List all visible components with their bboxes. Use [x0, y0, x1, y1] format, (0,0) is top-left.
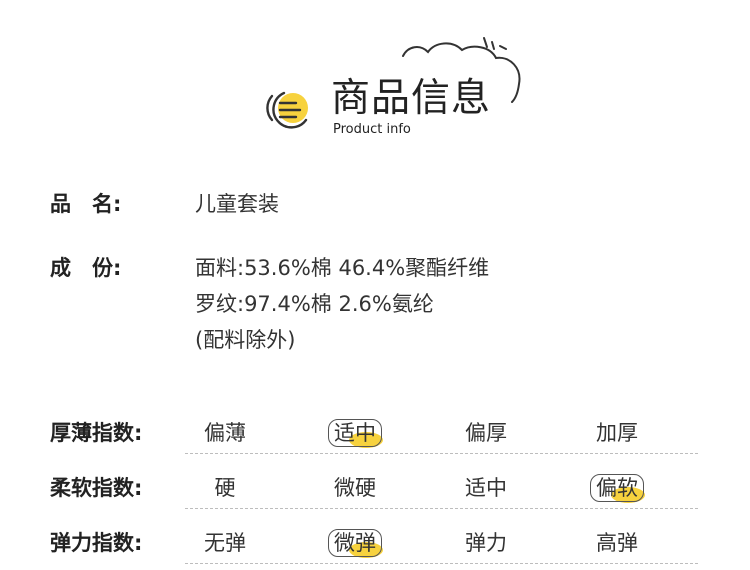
row-divider: [185, 508, 698, 509]
row-divider: [185, 453, 698, 454]
thickness-index-label: 厚薄指数:: [50, 421, 143, 445]
softness-option: 微硬: [334, 476, 376, 500]
thickness-option: 偏薄: [204, 421, 246, 445]
page-title: 商品信息: [331, 76, 492, 121]
thickness-option: 加厚: [596, 421, 638, 445]
softness-option-selected: 偏软: [572, 473, 662, 503]
composition-line: (配料除外): [195, 328, 296, 352]
thickness-option-selected: 适中: [310, 418, 400, 448]
elasticity-option: 弹力: [465, 531, 507, 555]
softness-index-label: 柔软指数:: [50, 476, 143, 500]
elasticity-index-label: 弹力指数:: [50, 531, 143, 555]
elasticity-option-selected: 微弹: [310, 528, 400, 558]
composition-label: 成 份:: [50, 256, 122, 280]
thickness-option: 偏厚: [465, 421, 507, 445]
row-divider: [185, 563, 698, 564]
product-name-label: 品 名:: [50, 192, 122, 216]
yellow-menu-circle-icon: [266, 91, 308, 129]
softness-option: 硬: [214, 476, 236, 500]
composition-line: 面料:53.6%棉 46.4%聚酯纤维: [195, 256, 490, 280]
softness-option: 适中: [465, 476, 507, 500]
product-info-header: 商品信息 Product info: [0, 0, 750, 150]
product-name-value: 儿童套装: [195, 192, 279, 216]
elasticity-option: 高弹: [596, 531, 638, 555]
composition-line: 罗纹:97.4%棉 2.6%氨纶: [195, 292, 434, 316]
elasticity-option: 无弹: [204, 531, 246, 555]
page-subtitle: Product info: [333, 122, 411, 137]
